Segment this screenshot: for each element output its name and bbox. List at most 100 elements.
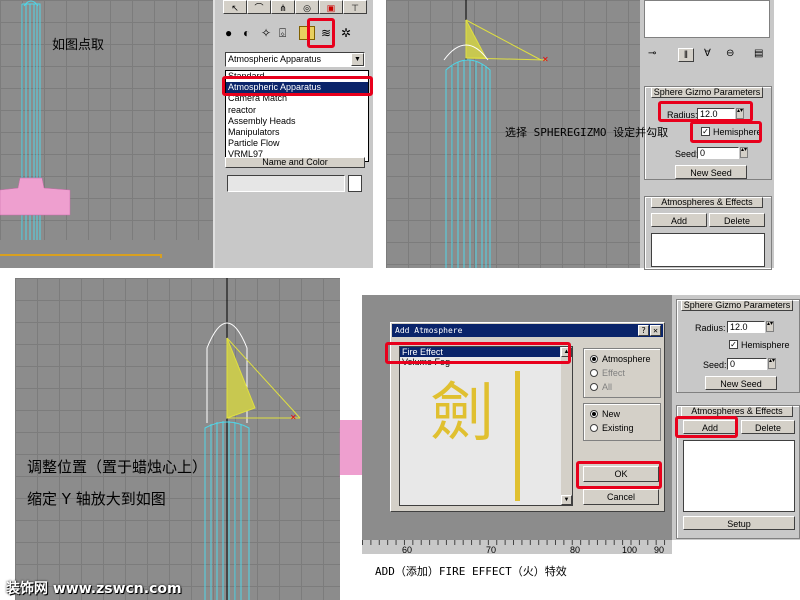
helper-type-dropdown[interactable]: Atmospheric Apparatus ▼ <box>225 52 365 67</box>
viewport-bottom-left[interactable]: ✕ 调整位置（置于蜡烛心上） 缩定 Y 轴放大到如图 <box>15 278 340 600</box>
seed-input[interactable]: 0 <box>697 147 739 159</box>
caption-tr: 选择 SPHEREGIZMO 设定并勾取 <box>505 126 669 139</box>
caption-tl: 如图点取 <box>52 38 105 53</box>
motion-tab[interactable]: ◎ <box>295 0 319 14</box>
chevron-down-icon[interactable]: ▼ <box>351 53 364 66</box>
systems-icon[interactable]: ✲ <box>341 26 351 40</box>
fire-effect-highlight <box>385 342 571 364</box>
new-seed-button[interactable]: New Seed <box>675 165 747 179</box>
new-seed-button-2[interactable]: New Seed <box>705 376 777 390</box>
panel-tabs: ↖ ⌒ ⋔ ◎ ▣ ⊤ <box>223 0 373 16</box>
radius-spinner-2[interactable]: ▴▾ <box>766 321 774 332</box>
ruler-label: 60 <box>402 545 413 555</box>
candle-wireframe <box>0 0 71 240</box>
dropdown-item[interactable]: Particle Flow <box>228 138 368 149</box>
radio-effect[interactable] <box>590 369 598 377</box>
radio-atmosphere-label: Atmosphere <box>602 354 651 364</box>
seed-input-2[interactable]: 0 <box>727 358 767 370</box>
utilities-tab[interactable]: ⊤ <box>343 0 367 14</box>
help-icon[interactable]: ? <box>638 325 649 336</box>
dialog-title: Add Atmosphere <box>395 326 463 335</box>
ruler-label: 90 <box>654 545 665 555</box>
ground-line <box>0 254 162 258</box>
delete-button-2[interactable]: Delete <box>741 420 795 434</box>
dropdown-item[interactable]: Assembly Heads <box>228 116 368 127</box>
stack-area <box>644 0 770 38</box>
radio-new-label: New <box>602 409 621 419</box>
dialog-titlebar: Add Atmosphere ? ✕ <box>392 324 663 337</box>
atmos-rollout-title[interactable]: Atmospheres & Effects <box>651 197 763 208</box>
create-panel: ↖ ⌒ ⋔ ◎ ▣ ⊤ ● ◐ ✧ ⌺ ≋ ✲ Atmospheric Appa… <box>213 0 373 268</box>
stack-toolbar: ⊸ ‖ ∀ ⊖ ▤ <box>648 48 768 62</box>
name-color-rollout[interactable]: Name and Color <box>225 157 365 168</box>
lights-icon[interactable]: ✧ <box>261 26 271 40</box>
hierarchy-tab[interactable]: ⋔ <box>271 0 295 14</box>
create-tab[interactable]: ↖ <box>223 0 247 14</box>
radius-highlight <box>658 101 753 122</box>
seed-label: Seed: <box>675 149 699 159</box>
radio-effect-label: Effect <box>602 368 625 378</box>
add-highlight <box>675 416 738 438</box>
hemisphere-highlight <box>690 121 762 143</box>
radius-label-2: Radius: <box>695 323 726 333</box>
rollout-title-2[interactable]: Sphere Gizmo Parameters <box>681 300 793 311</box>
cancel-button[interactable]: Cancel <box>583 489 659 505</box>
hemisphere-checkbox-2[interactable]: ✓ <box>729 340 738 349</box>
modify-tab[interactable]: ⌒ <box>247 0 271 14</box>
ruler-label: 80 <box>570 545 581 555</box>
cameras-icon[interactable]: ⌺ <box>279 26 286 41</box>
atmos-list-2[interactable] <box>683 440 795 512</box>
show-end-icon[interactable]: ‖ <box>678 48 694 62</box>
seed-label-2: Seed: <box>703 360 727 370</box>
dropdown-item[interactable]: reactor <box>228 105 368 116</box>
type-radio-group: Atmosphere Effect All <box>583 348 661 398</box>
viewport-bottom-strip <box>0 240 213 268</box>
add-button[interactable]: Add <box>651 213 707 227</box>
caption-br: ADD（添加）FIRE EFFECT（火）特效 <box>375 565 567 578</box>
pink-base-fragment <box>340 420 362 475</box>
scrollbar[interactable]: ▲ ▼ <box>561 347 572 505</box>
ruler-label: 70 <box>486 545 497 555</box>
dropdown-item[interactable]: Manipulators <box>228 127 368 138</box>
atmospheric-highlight <box>222 76 373 96</box>
configure-icon[interactable]: ▤ <box>754 48 763 59</box>
seed-spinner-2[interactable]: ▴▾ <box>768 358 776 369</box>
radio-atmosphere[interactable] <box>590 355 598 363</box>
atmos-list[interactable] <box>651 233 765 267</box>
radio-existing[interactable] <box>590 424 598 432</box>
radio-all-label: All <box>602 382 613 392</box>
category-icons: ● ◐ ✧ ⌺ ≋ ✲ <box>225 24 373 44</box>
color-swatch[interactable] <box>348 175 362 192</box>
watermark-glyph: 劍 <box>430 377 494 451</box>
rollout-title[interactable]: Sphere Gizmo Parameters <box>651 87 763 98</box>
name-field[interactable] <box>227 175 345 192</box>
caption-bl-1: 调整位置（置于蜡烛心上） <box>27 458 208 476</box>
radio-new[interactable] <box>590 410 598 418</box>
dropdown-value: Atmospheric Apparatus <box>228 54 322 64</box>
caption-bl-2: 缩定 Y 轴放大到如图 <box>27 490 166 508</box>
sphere-gizmo-rollout-2: Sphere Gizmo Parameters Radius: 12.0 ▴▾ … <box>676 299 800 393</box>
remove-icon[interactable]: ⊖ <box>726 48 734 59</box>
atmos-rollout: Atmospheres & Effects Add Delete <box>644 196 772 270</box>
display-tab[interactable]: ▣ <box>319 0 343 14</box>
radio-existing-label: Existing <box>602 423 634 433</box>
radius-input-2[interactable]: 12.0 <box>727 321 765 333</box>
unique-icon[interactable]: ∀ <box>704 48 711 59</box>
candle-gizmo-bottom: ✕ <box>204 278 340 600</box>
site-watermark: 装饰网 www.zswcn.com <box>6 581 182 597</box>
ok-highlight <box>576 461 662 489</box>
viewport-top-left[interactable]: 如图点取 <box>0 0 213 240</box>
seed-spinner[interactable]: ▴▾ <box>740 147 748 158</box>
pin-icon[interactable]: ⊸ <box>648 48 656 59</box>
effect-list[interactable]: Fire Effect Volume Fog 劍 ▲ ▼ <box>399 346 573 506</box>
shapes-icon[interactable]: ◐ <box>243 26 250 40</box>
svg-text:✕: ✕ <box>542 55 549 64</box>
watermark-stroke <box>515 371 520 501</box>
setup-button[interactable]: Setup <box>683 516 795 530</box>
helpers-highlight <box>307 18 335 48</box>
delete-button[interactable]: Delete <box>709 213 765 227</box>
close-icon[interactable]: ✕ <box>650 325 661 336</box>
radio-all[interactable] <box>590 383 598 391</box>
geometry-icon[interactable]: ● <box>225 26 232 40</box>
scroll-down-icon[interactable]: ▼ <box>561 495 572 505</box>
